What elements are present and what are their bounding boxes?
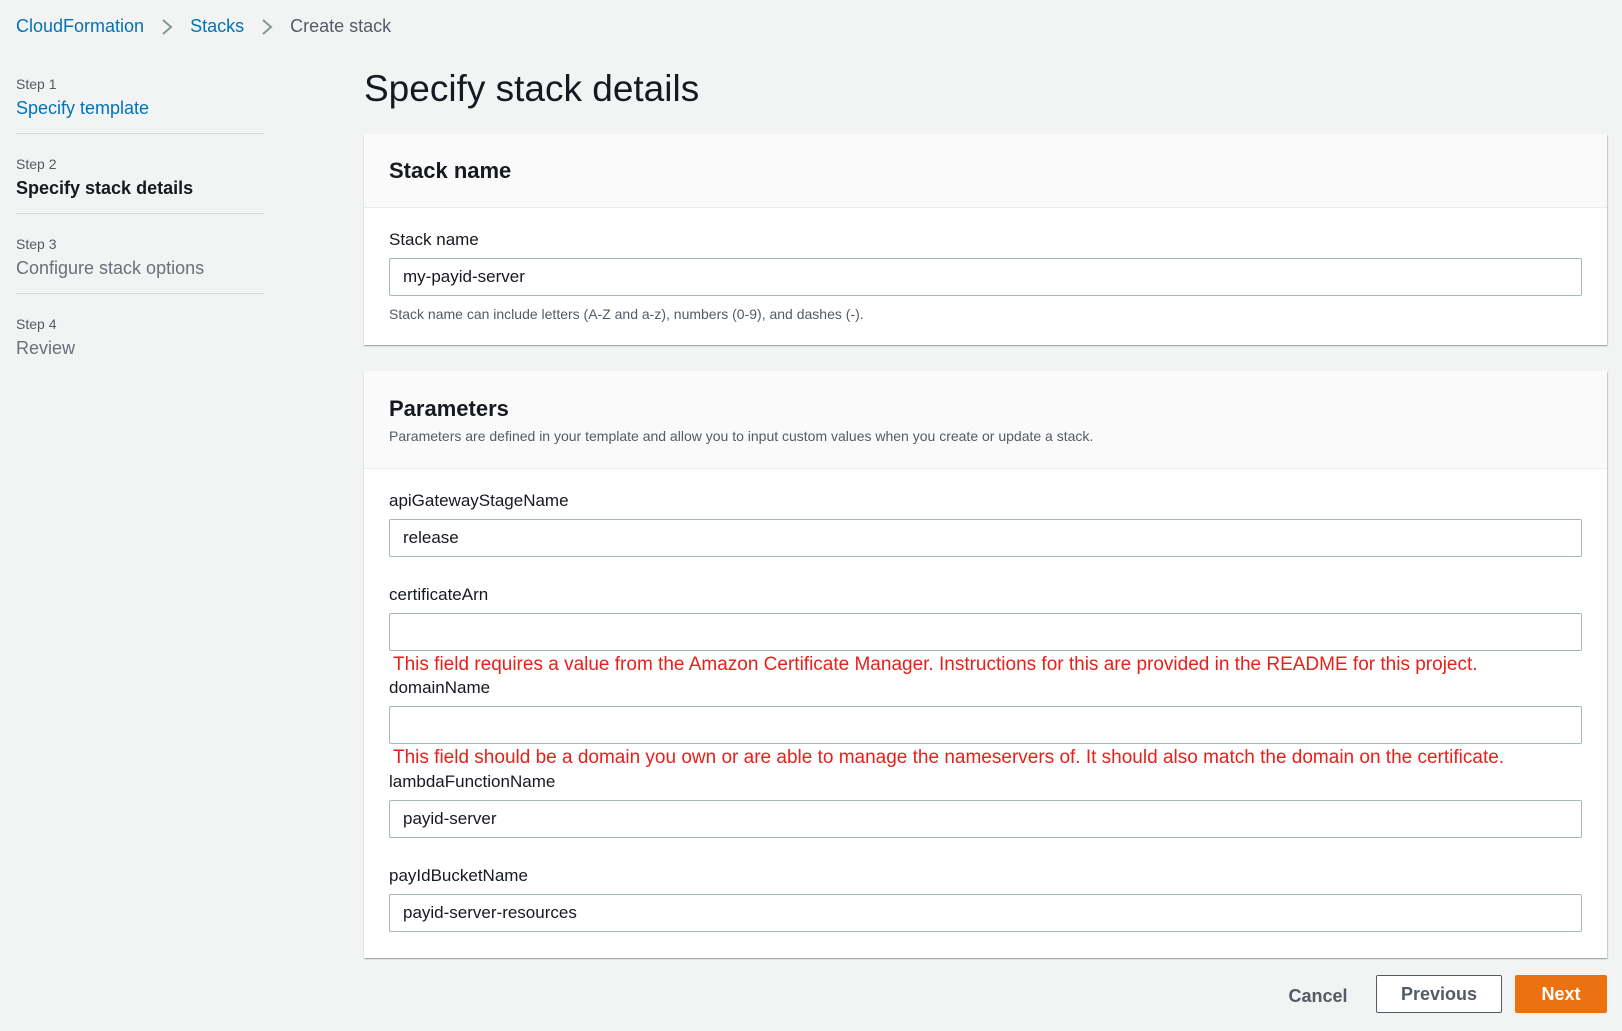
previous-button[interactable]: Previous: [1376, 975, 1502, 1013]
breadcrumb-cloudformation[interactable]: CloudFormation: [16, 16, 144, 37]
param-input-apigatewaystagename[interactable]: [389, 519, 1582, 557]
wizard-step-4: Step 4 Review: [16, 312, 264, 373]
step-number: Step 4: [16, 316, 57, 332]
wizard-step-1: Step 1 Specify template: [16, 72, 264, 134]
param-input-lambdafunctionname[interactable]: [389, 800, 1582, 838]
stack-name-label: Stack name: [389, 230, 479, 249]
param-input-certificatearn[interactable]: [389, 613, 1582, 651]
step-title-configure-options: Configure stack options: [16, 258, 205, 278]
param-input-payidbucketname[interactable]: [389, 894, 1582, 932]
param-label-certificatearn: certificateArn: [389, 585, 489, 604]
param-label-apigatewaystagename: apiGatewayStageName: [389, 491, 569, 510]
certificatearn-note: This field requires a value from the Ama…: [393, 654, 1478, 675]
wizard-steps: Step 1 Specify template Step 2 Specify s…: [16, 72, 264, 391]
step-link-specify-template[interactable]: Specify template: [16, 98, 264, 119]
step-title-review: Review: [16, 338, 76, 358]
stack-name-input[interactable]: [389, 258, 1582, 296]
parameters-description: Parameters are defined in your template …: [389, 428, 1094, 444]
param-label-domainname: domainName: [389, 678, 491, 697]
panel-header: Stack name: [364, 134, 1607, 208]
breadcrumb: CloudFormation Stacks Create stack: [16, 16, 391, 37]
stack-name-panel: Stack name Stack name Stack name can inc…: [364, 134, 1607, 345]
cancel-button[interactable]: Cancel: [1268, 977, 1368, 1015]
step-number: Step 3: [16, 236, 57, 252]
param-input-domainname[interactable]: [389, 706, 1582, 744]
wizard-step-2: Step 2 Specify stack details: [16, 152, 264, 214]
domainname-note: This field should be a domain you own or…: [393, 747, 1505, 768]
wizard-step-3: Step 3 Configure stack options: [16, 232, 264, 294]
panel-title: Stack name: [389, 158, 512, 183]
panel-title: Parameters: [389, 396, 509, 421]
param-label-lambdafunctionname: lambdaFunctionName: [389, 772, 556, 791]
stack-name-hint: Stack name can include letters (A-Z and …: [389, 306, 864, 322]
parameters-panel: Parameters Parameters are defined in you…: [364, 371, 1607, 958]
chevron-right-icon: [244, 18, 290, 36]
step-title-current: Specify stack details: [16, 178, 194, 198]
param-label-payidbucketname: payIdBucketName: [389, 866, 528, 885]
chevron-right-icon: [144, 18, 190, 36]
next-button[interactable]: Next: [1515, 975, 1607, 1013]
step-number: Step 2: [16, 156, 57, 172]
breadcrumb-create-stack: Create stack: [290, 16, 392, 36]
page-title: Specify stack details: [364, 68, 700, 109]
panel-header: Parameters Parameters are defined in you…: [364, 371, 1607, 469]
step-number: Step 1: [16, 76, 57, 92]
breadcrumb-stacks[interactable]: Stacks: [190, 16, 244, 37]
